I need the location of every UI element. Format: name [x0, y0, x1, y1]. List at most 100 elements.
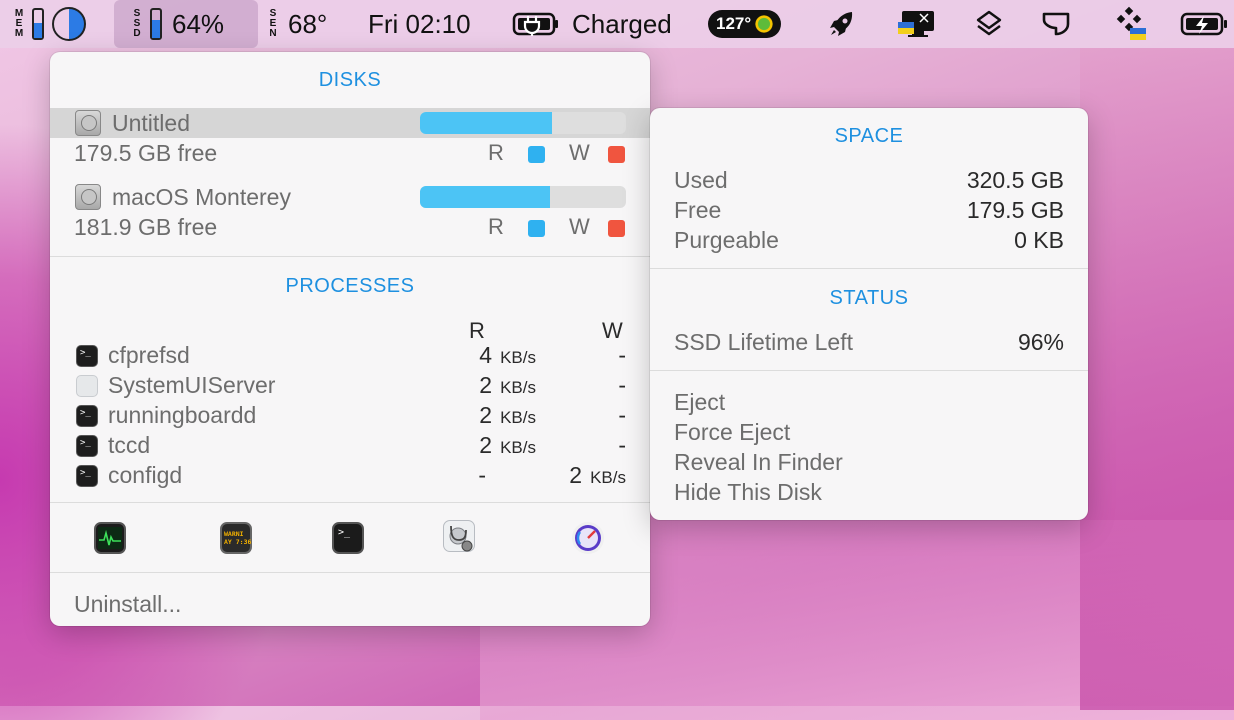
disk-utility-button[interactable]	[443, 520, 475, 552]
ssd-status-item[interactable]: S S D 64%	[114, 0, 258, 48]
cpu-temp-item[interactable]: 127°	[708, 0, 782, 48]
layers-icon	[976, 10, 1002, 36]
process-read-unit: KB/s	[500, 408, 536, 427]
disk-row-macos-monterey[interactable]: macOS Monterey	[50, 182, 650, 212]
memory-bar-icon	[32, 8, 44, 40]
write-indicator	[608, 220, 625, 237]
process-write-value: -	[618, 342, 626, 369]
process-name: runningboardd	[108, 402, 257, 428]
write-label: W	[569, 140, 590, 165]
terminal-process-icon: >_	[76, 405, 98, 427]
terminal-process-icon: >_	[76, 345, 98, 367]
display-menu-item[interactable]	[898, 0, 938, 48]
write-indicator	[608, 146, 625, 163]
purgeable-value: 0 KB	[1014, 227, 1064, 253]
process-write-value: -	[618, 432, 626, 459]
activity-monitor-button[interactable]	[94, 522, 126, 554]
flag-shape-icon	[1042, 12, 1070, 36]
layers-menu-item[interactable]	[974, 0, 1004, 48]
free-label: Free	[674, 197, 722, 223]
status-section-title: STATUS	[829, 287, 909, 309]
cpu-pie-icon	[52, 7, 86, 41]
divider	[50, 572, 650, 573]
battery-status-item[interactable]: Charged	[512, 0, 672, 48]
process-write-number: -	[618, 432, 626, 458]
reveal-in-finder-button[interactable]: Reveal In Finder	[674, 449, 843, 476]
sensors-status-item[interactable]: S E N 68°	[268, 0, 327, 48]
space-section-title: SPACE	[834, 125, 904, 147]
divider	[50, 502, 650, 503]
ssd-lifetime-value: 96%	[1017, 329, 1064, 355]
terminal-button[interactable]: >_	[332, 522, 364, 554]
rocket-menu-item[interactable]	[826, 0, 858, 48]
read-indicator	[528, 146, 545, 163]
process-read-value: 2 KB/s	[479, 372, 536, 399]
process-write-unit: KB/s	[590, 468, 626, 487]
process-read-number: -	[478, 462, 486, 488]
process-write-value: -	[618, 372, 626, 399]
process-read-value: 4 KB/s	[479, 342, 536, 369]
process-name: SystemUIServer	[108, 372, 276, 398]
read-label: R	[488, 140, 504, 165]
disk-name: macOS Monterey	[112, 184, 291, 210]
process-read-number: 4	[479, 342, 493, 368]
process-read-unit: KB/s	[500, 438, 536, 457]
process-row[interactable]: >_ configd - 2 KB/s	[50, 462, 650, 492]
process-read-unit: KB/s	[500, 378, 536, 397]
datetime: Fri 02:10	[368, 8, 471, 39]
wallpaper-shape	[1080, 40, 1234, 710]
uninstall-button[interactable]: Uninstall...	[74, 591, 181, 618]
system-process-icon	[76, 375, 98, 397]
process-read-value: 2 KB/s	[479, 402, 536, 429]
process-name: tccd	[108, 432, 151, 458]
battery-charging-icon	[1180, 12, 1227, 36]
battery-menu-item[interactable]	[1180, 0, 1230, 48]
temperature: 68°	[288, 8, 328, 39]
process-write-value: 2 KB/s	[569, 462, 626, 489]
clock[interactable]: Fri 02:10	[368, 0, 471, 48]
menu-bar: M E M S S D 64% S E N 68° Fri 02:10 Char…	[0, 0, 1234, 48]
force-eject-button[interactable]: Force Eject	[674, 419, 790, 446]
temp-indicator-icon	[755, 15, 774, 33]
battery-plug-icon	[512, 12, 558, 36]
disk-usage-bar	[420, 112, 626, 134]
battery-status-text: Charged	[572, 8, 672, 39]
free-value: 179.5 GB	[966, 197, 1064, 223]
process-row[interactable]: >_ cfprefsd 4 KB/s -	[50, 342, 650, 372]
disk-details-popover: SPACE Used 320.5 GB Free 179.5 GB Purgea…	[650, 108, 1088, 520]
process-row[interactable]: >_ tccd 2 KB/s -	[50, 432, 650, 462]
process-write-number: -	[618, 402, 626, 428]
process-row[interactable]: SystemUIServer 2 KB/s -	[50, 372, 650, 402]
read-indicator	[528, 220, 545, 237]
mem-label: M E M	[14, 8, 24, 39]
memory-status-item[interactable]: M E M	[14, 0, 86, 48]
divider	[650, 268, 1088, 269]
eject-button[interactable]: Eject	[674, 389, 725, 416]
rocket-icon	[830, 12, 853, 36]
disk-drive-icon	[75, 110, 101, 136]
disk-drive-icon	[75, 184, 101, 210]
process-read-number: 2	[479, 402, 493, 428]
process-write-number: -	[618, 372, 626, 398]
disk-row-untitled[interactable]: Untitled	[50, 108, 650, 138]
terminal-icon: >_	[338, 527, 351, 538]
disk-free-space: 181.9 GB free	[74, 214, 218, 240]
ssd-percent: 64%	[172, 8, 225, 39]
grid-flag-icon	[1116, 6, 1146, 40]
used-label: Used	[674, 167, 728, 193]
divider	[50, 256, 650, 257]
flag-menu-item[interactable]	[1040, 0, 1072, 48]
process-row[interactable]: >_ runningboardd 2 KB/s -	[50, 402, 650, 432]
console-button[interactable]: WARNI AY 7:36	[220, 522, 252, 554]
disk-usage-bar	[420, 186, 626, 208]
process-col-read: R	[469, 318, 485, 343]
disk-free-space: 179.5 GB free	[74, 140, 218, 166]
grid-menu-item[interactable]	[1114, 0, 1150, 48]
speedometer-app-button[interactable]	[572, 522, 604, 554]
process-read-unit: KB/s	[500, 348, 536, 367]
divider	[650, 370, 1088, 371]
hide-disk-button[interactable]: Hide This Disk	[674, 479, 822, 506]
process-read-number: 2	[479, 372, 493, 398]
console-icon: WARNI AY 7:36	[224, 530, 252, 546]
process-read-value: 2 KB/s	[479, 432, 536, 459]
